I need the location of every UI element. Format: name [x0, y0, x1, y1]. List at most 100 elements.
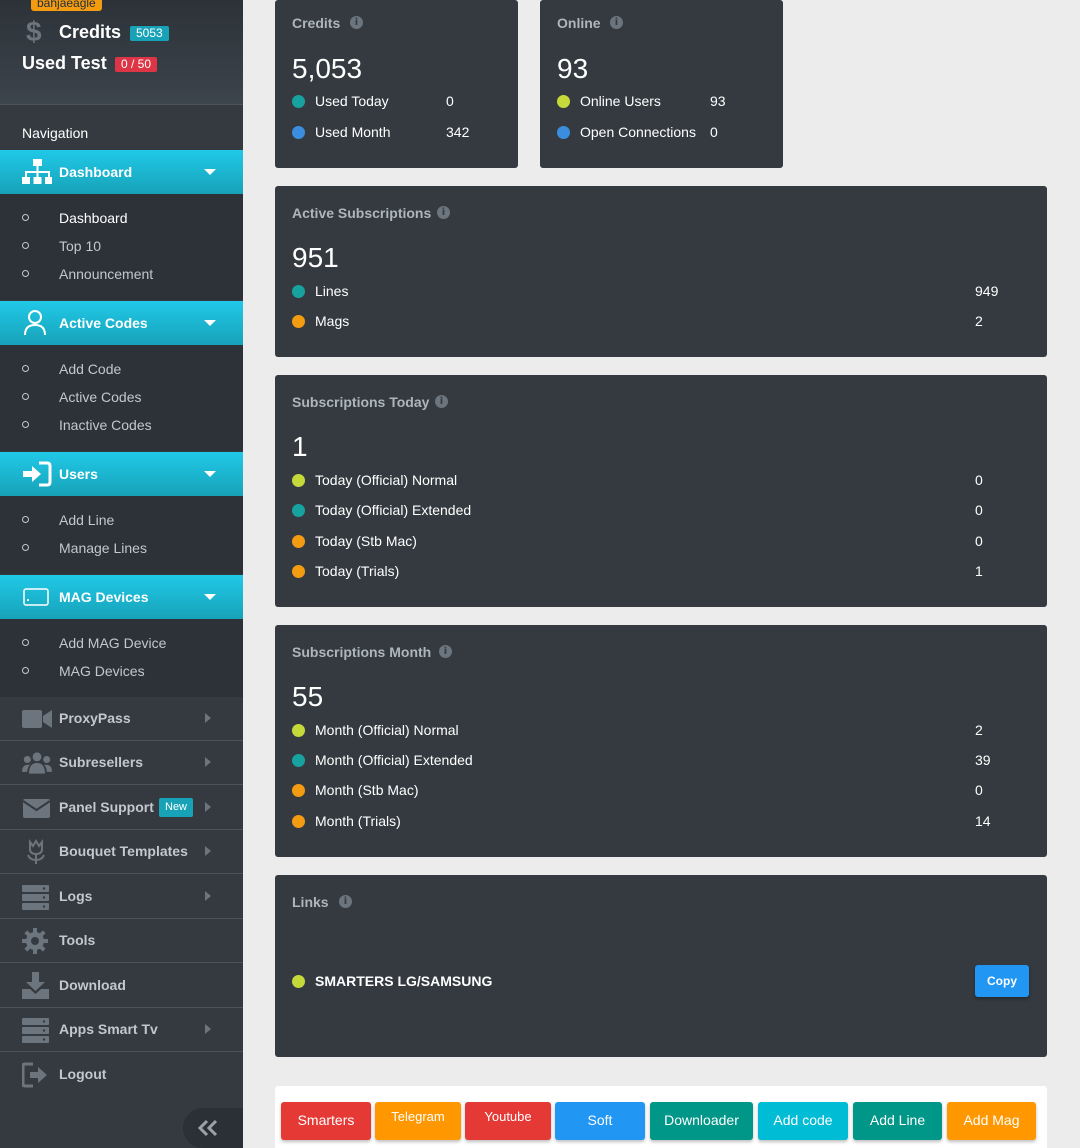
menu-panel-support-label: Panel Support	[59, 799, 154, 815]
add-code-button[interactable]: Add code	[758, 1102, 848, 1140]
info-icon[interactable]: i	[350, 16, 363, 29]
subscriptions-month-total: 55	[292, 681, 324, 712]
info-icon[interactable]: i	[437, 206, 450, 219]
sidebar-item-announcement[interactable]: Announcement	[0, 260, 243, 288]
sidebar-item-label: Inactive Codes	[59, 417, 152, 433]
stat-value: 14	[975, 813, 991, 829]
dot-icon	[292, 565, 305, 578]
stat-value: 2	[975, 722, 983, 738]
menu-active-codes-label: Active Codes	[59, 315, 148, 331]
menu-logout[interactable]: Logout	[0, 1053, 243, 1097]
menu-tools[interactable]: Tools	[0, 919, 243, 963]
add-mag-button[interactable]: Add Mag	[947, 1102, 1036, 1140]
users-icon	[22, 752, 52, 774]
sidebar-item-mag-devices[interactable]: MAG Devices	[0, 657, 243, 685]
chevron-right-icon	[205, 891, 211, 901]
stat-label: Open Connections	[580, 124, 696, 140]
stat-label: Lines	[315, 283, 349, 299]
menu-active-codes[interactable]: Active Codes	[0, 301, 243, 345]
sidebar-item-manage-lines[interactable]: Manage Lines	[0, 534, 243, 562]
sidebar-item-label: Top 10	[59, 238, 102, 254]
stat-label: Today (Official) Normal	[315, 472, 458, 488]
stat-value: 0	[975, 782, 983, 798]
collapse-sidebar-button[interactable]	[183, 1108, 243, 1148]
circle-icon	[22, 667, 29, 674]
chevron-down-icon	[204, 471, 216, 477]
sidebar-item-add-line[interactable]: Add Line	[0, 506, 243, 534]
info-icon[interactable]: i	[610, 16, 623, 29]
dot-icon	[292, 535, 305, 548]
stat-value: 0	[710, 124, 718, 140]
sidebar-item-dashboard[interactable]: Dashboard	[0, 204, 243, 232]
menu-subresellers-label: Subresellers	[59, 754, 144, 770]
circle-icon	[22, 365, 29, 372]
menu-apps-smart-tv[interactable]: Apps Smart Tv	[0, 1008, 243, 1052]
card-links: Links i SMARTERS LG/SAMSUNG Copy	[275, 875, 1047, 1057]
info-icon[interactable]: i	[439, 645, 452, 658]
stat-label: Month (Official) Normal	[315, 722, 459, 738]
menu-download[interactable]: Download	[0, 964, 243, 1008]
menu-download-label: Download	[59, 977, 126, 993]
chevron-right-icon	[205, 1024, 211, 1034]
chevron-right-icon	[205, 757, 211, 767]
menu-bouquet-templates[interactable]: Bouquet Templates	[0, 830, 243, 874]
stat-label: Used Month	[315, 124, 391, 140]
menu-logs[interactable]: Logs	[0, 875, 243, 919]
circle-icon	[22, 516, 29, 523]
circle-icon	[22, 544, 29, 551]
youtube-button[interactable]: Youtube	[465, 1102, 551, 1140]
link-label: SMARTERS LG/SAMSUNG	[315, 973, 493, 989]
dot-icon	[292, 126, 305, 139]
card-title: Online	[557, 15, 601, 31]
sidebar-item-active-codes[interactable]: Active Codes	[0, 383, 243, 411]
card-subscriptions-month: Subscriptions Month i 55 Month (Official…	[275, 625, 1047, 857]
add-line-button[interactable]: Add Line	[853, 1102, 942, 1140]
info-icon[interactable]: i	[435, 395, 448, 408]
double-chevron-left-icon	[197, 1119, 218, 1137]
menu-logs-label: Logs	[59, 888, 93, 904]
dot-icon	[292, 724, 305, 737]
chevron-down-icon	[204, 320, 216, 326]
sidebar-item-top10[interactable]: Top 10	[0, 232, 243, 260]
stat-value: 1	[975, 563, 983, 579]
menu-subresellers[interactable]: Subresellers	[0, 741, 243, 785]
sidebar-item-add-mag-device[interactable]: Add MAG Device	[0, 629, 243, 657]
sidebar-item-add-code[interactable]: Add Code	[0, 355, 243, 383]
card-title: Active Subscriptions	[292, 205, 432, 221]
info-icon[interactable]: i	[339, 895, 352, 908]
sidebar-item-label: Announcement	[59, 266, 154, 282]
submenu-dashboard: Dashboard Top 10 Announcement	[0, 194, 243, 300]
menu-apps-smart-tv-label: Apps Smart Tv	[59, 1021, 158, 1037]
telegram-button[interactable]: Telegram	[375, 1102, 461, 1140]
stat-value: 0	[975, 472, 983, 488]
menu-users[interactable]: Users	[0, 452, 243, 496]
sidebar-item-label: Add Line	[59, 512, 115, 528]
sitemap-icon	[22, 159, 52, 184]
circle-icon	[22, 639, 29, 646]
smarters-button[interactable]: Smarters	[281, 1102, 371, 1140]
copy-button[interactable]: Copy	[975, 965, 1029, 997]
download-icon	[22, 972, 49, 999]
stat-value: 2	[975, 313, 983, 329]
online-total: 93	[557, 53, 589, 84]
menu-logout-label: Logout	[59, 1066, 107, 1082]
menu-mag-devices[interactable]: MAG Devices	[0, 575, 243, 619]
card-credits: Credits i 5,053 Used Today 0 Used Month …	[275, 0, 518, 168]
sidebar: bahjaeagle $ Credits 5053 Used Test 0 / …	[0, 0, 243, 1148]
soft-button[interactable]: Soft	[555, 1102, 645, 1140]
stat-label: Today (Trials)	[315, 563, 400, 579]
dollar-icon: $	[26, 16, 42, 47]
sign-out-icon	[22, 1062, 47, 1088]
downloader-button[interactable]: Downloader	[650, 1102, 753, 1140]
subscriptions-today-total: 1	[292, 431, 308, 462]
credits-label: Credits	[59, 22, 122, 42]
sidebar-item-label: Add MAG Device	[59, 635, 167, 651]
sidebar-item-label: Manage Lines	[59, 540, 147, 556]
menu-dashboard[interactable]: Dashboard	[0, 150, 243, 194]
card-title: Subscriptions Month	[292, 644, 432, 660]
menu-panel-support[interactable]: Panel Support New	[0, 786, 243, 830]
dot-icon	[292, 474, 305, 487]
menu-proxypass[interactable]: ProxyPass	[0, 697, 243, 741]
used-test-label: Used Test	[22, 53, 107, 73]
sidebar-item-inactive-codes[interactable]: Inactive Codes	[0, 411, 243, 439]
